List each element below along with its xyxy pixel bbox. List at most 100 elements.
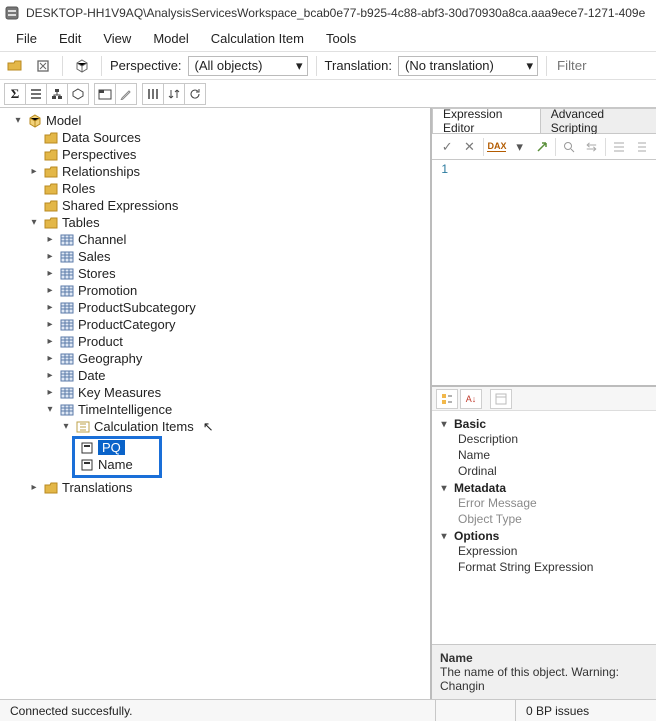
tree-label: Roles: [62, 181, 95, 196]
properties-grid[interactable]: ▾Basic Description Name Ordinal ▾Metadat…: [432, 411, 656, 645]
perspective-combo[interactable]: (All objects) ▾: [188, 56, 308, 76]
outdent-icon[interactable]: [632, 136, 650, 158]
cancel-icon[interactable]: ✕: [460, 136, 478, 158]
tree-perspectives[interactable]: Perspectives: [28, 146, 430, 163]
sort-icon[interactable]: [163, 83, 185, 105]
separator: [316, 56, 317, 76]
list-icon[interactable]: [25, 83, 47, 105]
accept-icon[interactable]: ✓: [438, 136, 456, 158]
folder-icon: [43, 148, 59, 162]
collapse-icon[interactable]: ▾: [44, 404, 56, 415]
collapse-icon[interactable]: ▾: [438, 483, 450, 494]
property-pages-icon[interactable]: [490, 389, 512, 409]
code-area[interactable]: [452, 160, 656, 385]
collapse-icon[interactable]: ▾: [438, 531, 450, 542]
prop-category-basic[interactable]: ▾Basic: [438, 417, 650, 431]
tree-table-geography[interactable]: ▸ Geography: [44, 350, 430, 367]
prop-category-options[interactable]: ▾Options: [438, 529, 650, 543]
expand-icon[interactable]: ▸: [44, 387, 56, 398]
cube-view-icon[interactable]: [67, 83, 89, 105]
dax-format-icon[interactable]: DAX: [487, 136, 506, 158]
prop-expression[interactable]: Expression: [438, 543, 650, 559]
prop-category-metadata[interactable]: ▾Metadata: [438, 481, 650, 495]
expression-editor[interactable]: 1: [432, 160, 656, 387]
tree-table-promotion[interactable]: ▸Promotion: [44, 282, 430, 299]
tree-table-stores[interactable]: ▸Stores: [44, 265, 430, 282]
prop-name[interactable]: Name: [438, 447, 650, 463]
perspective-value: (All objects): [195, 58, 263, 73]
menu-view[interactable]: View: [93, 29, 141, 48]
model-tree[interactable]: ▾ Model Data Sources Perspectives ▸Relat…: [0, 108, 432, 699]
collapse-icon[interactable]: ▾: [12, 115, 24, 126]
calc-item-name[interactable]: Name: [79, 456, 155, 473]
editor-toolbar: ✓ ✕ DAX ▾ ⇆: [432, 134, 656, 160]
menu-calculation-item[interactable]: Calculation Item: [201, 29, 314, 48]
goto-icon[interactable]: [533, 136, 551, 158]
separator: [555, 138, 556, 156]
perspective-label: Perspective:: [110, 58, 182, 73]
tree-root-model[interactable]: ▾ Model: [12, 112, 430, 129]
menu-edit[interactable]: Edit: [49, 29, 91, 48]
chevron-down-icon[interactable]: ▾: [510, 136, 528, 158]
line-gutter: 1: [432, 160, 452, 385]
menu-tools[interactable]: Tools: [316, 29, 366, 48]
tree-table-timeintelligence[interactable]: ▾TimeIntelligence: [44, 401, 430, 418]
indent-icon[interactable]: [609, 136, 627, 158]
prop-description[interactable]: Description: [438, 431, 650, 447]
prop-format-string-expression[interactable]: Format String Expression: [438, 559, 650, 575]
calc-item-pq[interactable]: PQ: [79, 439, 155, 456]
expand-icon[interactable]: ▸: [44, 268, 56, 279]
tree-table-productcategory[interactable]: ▸ProductCategory: [44, 316, 430, 333]
sigma-icon[interactable]: Σ: [4, 83, 26, 105]
tree-relationships[interactable]: ▸Relationships: [28, 163, 430, 180]
alphabetical-icon[interactable]: A↓: [460, 389, 482, 409]
tree-roles[interactable]: Roles: [28, 180, 430, 197]
comment-icon[interactable]: ⇆: [582, 136, 600, 158]
tree-tables[interactable]: ▾Tables: [28, 214, 430, 231]
tab-advanced-scripting[interactable]: Advanced Scripting: [540, 108, 656, 133]
tab-expression-editor[interactable]: Expression Editor: [432, 108, 541, 133]
tree-table-product[interactable]: ▸Product: [44, 333, 430, 350]
tree-calculation-items[interactable]: ▾Calculation Items ↖: [60, 418, 430, 435]
find-icon[interactable]: [560, 136, 578, 158]
collapse-icon[interactable]: ▾: [60, 421, 72, 432]
filter-input[interactable]: [555, 57, 595, 74]
expand-icon[interactable]: ▸: [44, 336, 56, 347]
cube-icon[interactable]: [71, 55, 93, 77]
categorized-icon[interactable]: [436, 389, 458, 409]
folder-view-icon[interactable]: [94, 83, 116, 105]
menu-file[interactable]: File: [6, 29, 47, 48]
expand-icon[interactable]: ▸: [44, 285, 56, 296]
translation-combo[interactable]: (No translation) ▾: [398, 56, 538, 76]
tree-table-productsubcategory[interactable]: ▸ProductSubcategory: [44, 299, 430, 316]
tree-label: Geography: [78, 351, 142, 366]
tree-table-channel[interactable]: ▸Channel: [44, 231, 430, 248]
tree-data-sources[interactable]: Data Sources: [28, 129, 430, 146]
separator: [101, 56, 102, 76]
expand-icon[interactable]: ▸: [44, 370, 56, 381]
menu-model[interactable]: Model: [143, 29, 198, 48]
expand-icon[interactable]: ▸: [44, 234, 56, 245]
columns-icon[interactable]: [142, 83, 164, 105]
expand-icon[interactable]: ▸: [44, 353, 56, 364]
expand-icon[interactable]: ▸: [28, 482, 40, 493]
expand-icon[interactable]: ▸: [28, 166, 40, 177]
deploy-icon[interactable]: [32, 55, 54, 77]
tree-table-key-measures[interactable]: ▸Key Measures: [44, 384, 430, 401]
open-icon[interactable]: [4, 55, 26, 77]
edit-icon[interactable]: [115, 83, 137, 105]
hierarchy-icon[interactable]: [46, 83, 68, 105]
expand-icon[interactable]: ▸: [44, 319, 56, 330]
prop-ordinal[interactable]: Ordinal: [438, 463, 650, 479]
properties-help: Name The name of this object. Warning: C…: [432, 645, 656, 699]
app-icon: [4, 6, 20, 20]
tree-table-date[interactable]: ▸Date: [44, 367, 430, 384]
tree-table-sales[interactable]: ▸Sales: [44, 248, 430, 265]
collapse-icon[interactable]: ▾: [438, 419, 450, 430]
expand-icon[interactable]: ▸: [44, 302, 56, 313]
tree-shared-expressions[interactable]: Shared Expressions: [28, 197, 430, 214]
collapse-icon[interactable]: ▾: [28, 217, 40, 228]
expand-icon[interactable]: ▸: [44, 251, 56, 262]
tree-translations[interactable]: ▸Translations: [28, 479, 430, 496]
refresh-icon[interactable]: [184, 83, 206, 105]
